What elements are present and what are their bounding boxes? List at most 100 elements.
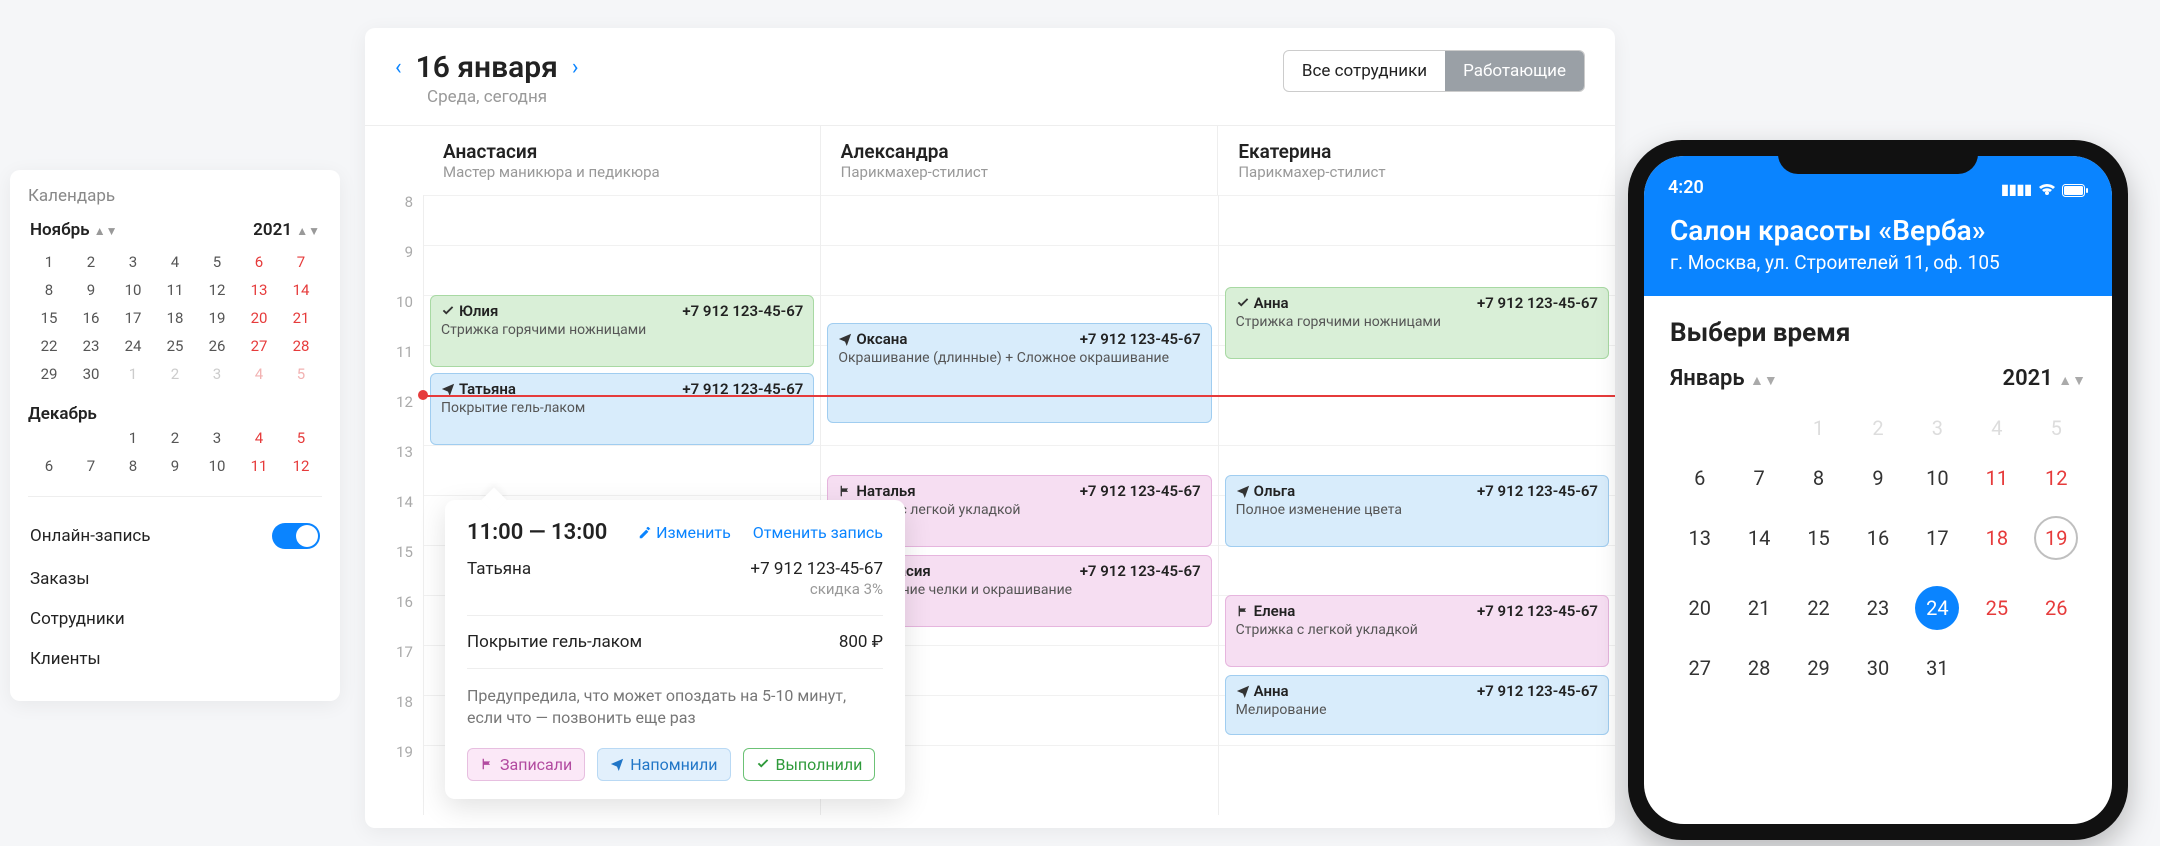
calendar-day[interactable]: 1 (28, 248, 70, 276)
calendar-day[interactable]: 2 (154, 360, 196, 388)
calendar-day[interactable]: 3 (1908, 403, 1967, 453)
calendar-day[interactable]: 7 (70, 452, 112, 480)
appointment-card[interactable]: Елена+7 912 123-45-67Стрижка с легкой ук… (1225, 595, 1609, 667)
calendar-day[interactable]: 9 (154, 452, 196, 480)
schedule-column[interactable]: Анна+7 912 123-45-67Стрижка горячими нож… (1218, 195, 1615, 815)
calendar-day[interactable]: 8 (1789, 453, 1848, 503)
calendar-day[interactable]: 10 (1908, 453, 1967, 503)
calendar-day[interactable]: 10 (196, 452, 238, 480)
calendar-day[interactable]: 12 (2027, 453, 2086, 503)
edit-link[interactable]: Изменить (638, 523, 735, 542)
calendar-day[interactable]: 13 (1670, 503, 1729, 573)
calendar-day[interactable]: 12 (196, 276, 238, 304)
calendar-day[interactable]: 24 (112, 332, 154, 360)
appointment-card[interactable]: Юлия+7 912 123-45-67Стрижка горячими нож… (430, 295, 814, 367)
chip-done[interactable]: Выполнили (743, 748, 876, 781)
calendar-day[interactable]: 4 (1967, 403, 2026, 453)
filter-working[interactable]: Работающие (1445, 51, 1584, 91)
calendar-day[interactable]: 1 (1789, 403, 1848, 453)
calendar-day[interactable]: 26 (2027, 573, 2086, 643)
calendar-day[interactable]: 26 (196, 332, 238, 360)
appointment-card[interactable]: Анна+7 912 123-45-67Мелирование (1225, 675, 1609, 735)
calendar-day[interactable]: 23 (1848, 573, 1907, 643)
filter-all[interactable]: Все сотрудники (1284, 51, 1445, 91)
calendar-day[interactable]: 28 (280, 332, 322, 360)
calendar-day[interactable]: 14 (1729, 503, 1788, 573)
calendar-day[interactable]: 12 (280, 452, 322, 480)
calendar-day[interactable]: 16 (70, 304, 112, 332)
mini-calendar-dec[interactable]: 123456789101112 (28, 424, 322, 480)
calendar-day[interactable]: 18 (1967, 503, 2026, 573)
calendar-day[interactable]: 3 (196, 360, 238, 388)
nav-clients[interactable]: Клиенты (28, 639, 322, 679)
calendar-day[interactable]: 25 (154, 332, 196, 360)
calendar-day[interactable]: 21 (280, 304, 322, 332)
calendar-day[interactable]: 19 (196, 304, 238, 332)
calendar-day[interactable]: 18 (154, 304, 196, 332)
calendar-day[interactable]: 27 (238, 332, 280, 360)
calendar-day[interactable]: 21 (1729, 573, 1788, 643)
calendar-day[interactable] (1967, 643, 2026, 693)
calendar-day[interactable]: 16 (1848, 503, 1907, 573)
calendar-day[interactable]: 29 (28, 360, 70, 388)
calendar-day[interactable]: 7 (1729, 453, 1788, 503)
calendar-day[interactable]: 30 (70, 360, 112, 388)
calendar-day[interactable]: 2 (1848, 403, 1907, 453)
calendar-day[interactable]: 25 (1967, 573, 2026, 643)
month-nav-1[interactable]: Ноябрь ▲▼ 2021 ▲▼ (30, 220, 320, 240)
chip-booked[interactable]: Записали (467, 748, 585, 781)
calendar-day[interactable] (28, 424, 70, 452)
calendar-day[interactable]: 5 (196, 248, 238, 276)
calendar-day[interactable]: 6 (28, 452, 70, 480)
calendar-day[interactable] (2027, 643, 2086, 693)
calendar-day[interactable]: 14 (280, 276, 322, 304)
mobile-month-nav[interactable]: Январь ▲▼ 2021 ▲▼ (1670, 366, 2086, 391)
calendar-day[interactable]: 29 (1789, 643, 1848, 693)
calendar-day[interactable]: 2 (70, 248, 112, 276)
calendar-day[interactable]: 11 (238, 452, 280, 480)
calendar-day[interactable] (1729, 403, 1788, 453)
calendar-day[interactable]: 6 (1670, 453, 1729, 503)
calendar-day[interactable]: 4 (154, 248, 196, 276)
appointment-card[interactable]: Татьяна+7 912 123-45-67Покрытие гель-лак… (430, 373, 814, 445)
calendar-day[interactable]: 27 (1670, 643, 1729, 693)
calendar-day[interactable]: 22 (1789, 573, 1848, 643)
calendar-day[interactable] (70, 424, 112, 452)
calendar-day[interactable]: 24 (1908, 573, 1967, 643)
calendar-day[interactable]: 4 (238, 424, 280, 452)
calendar-day[interactable]: 28 (1729, 643, 1788, 693)
staff-filter-toggle[interactable]: Все сотрудники Работающие (1283, 50, 1585, 92)
calendar-day[interactable]: 20 (1670, 573, 1729, 643)
next-day-button[interactable]: › (572, 55, 579, 80)
calendar-day[interactable]: 22 (28, 332, 70, 360)
calendar-day[interactable]: 3 (112, 248, 154, 276)
chip-reminded[interactable]: Напомнили (597, 748, 730, 781)
calendar-day[interactable]: 11 (1967, 453, 2026, 503)
mobile-calendar[interactable]: 1234567891011121314151617181920212223242… (1670, 403, 2086, 693)
mini-calendar-nov[interactable]: 1234567891011121314151617181920212223242… (28, 248, 322, 388)
calendar-day[interactable]: 9 (70, 276, 112, 304)
prev-day-button[interactable]: ‹ (395, 55, 402, 80)
calendar-day[interactable]: 5 (280, 424, 322, 452)
calendar-day[interactable]: 6 (238, 248, 280, 276)
nav-staff[interactable]: Сотрудники (28, 599, 322, 639)
calendar-day[interactable]: 30 (1848, 643, 1907, 693)
calendar-day[interactable] (1670, 403, 1729, 453)
appointment-card[interactable]: Оксана+7 912 123-45-67Окрашивание (длинн… (827, 323, 1211, 423)
calendar-day[interactable]: 15 (1789, 503, 1848, 573)
calendar-day[interactable]: 5 (280, 360, 322, 388)
calendar-day[interactable]: 5 (2027, 403, 2086, 453)
calendar-day[interactable]: 13 (238, 276, 280, 304)
calendar-day[interactable]: 1 (112, 424, 154, 452)
toggle-switch[interactable] (272, 523, 320, 549)
calendar-day[interactable]: 8 (28, 276, 70, 304)
appointment-card[interactable]: Анна+7 912 123-45-67Стрижка горячими нож… (1225, 287, 1609, 359)
calendar-day[interactable]: 3 (196, 424, 238, 452)
calendar-day[interactable]: 7 (280, 248, 322, 276)
calendar-day[interactable]: 17 (1908, 503, 1967, 573)
calendar-day[interactable]: 2 (154, 424, 196, 452)
calendar-day[interactable]: 10 (112, 276, 154, 304)
appointment-card[interactable]: Ольга+7 912 123-45-67Полное изменение цв… (1225, 475, 1609, 547)
calendar-day[interactable]: 1 (112, 360, 154, 388)
calendar-day[interactable]: 20 (238, 304, 280, 332)
